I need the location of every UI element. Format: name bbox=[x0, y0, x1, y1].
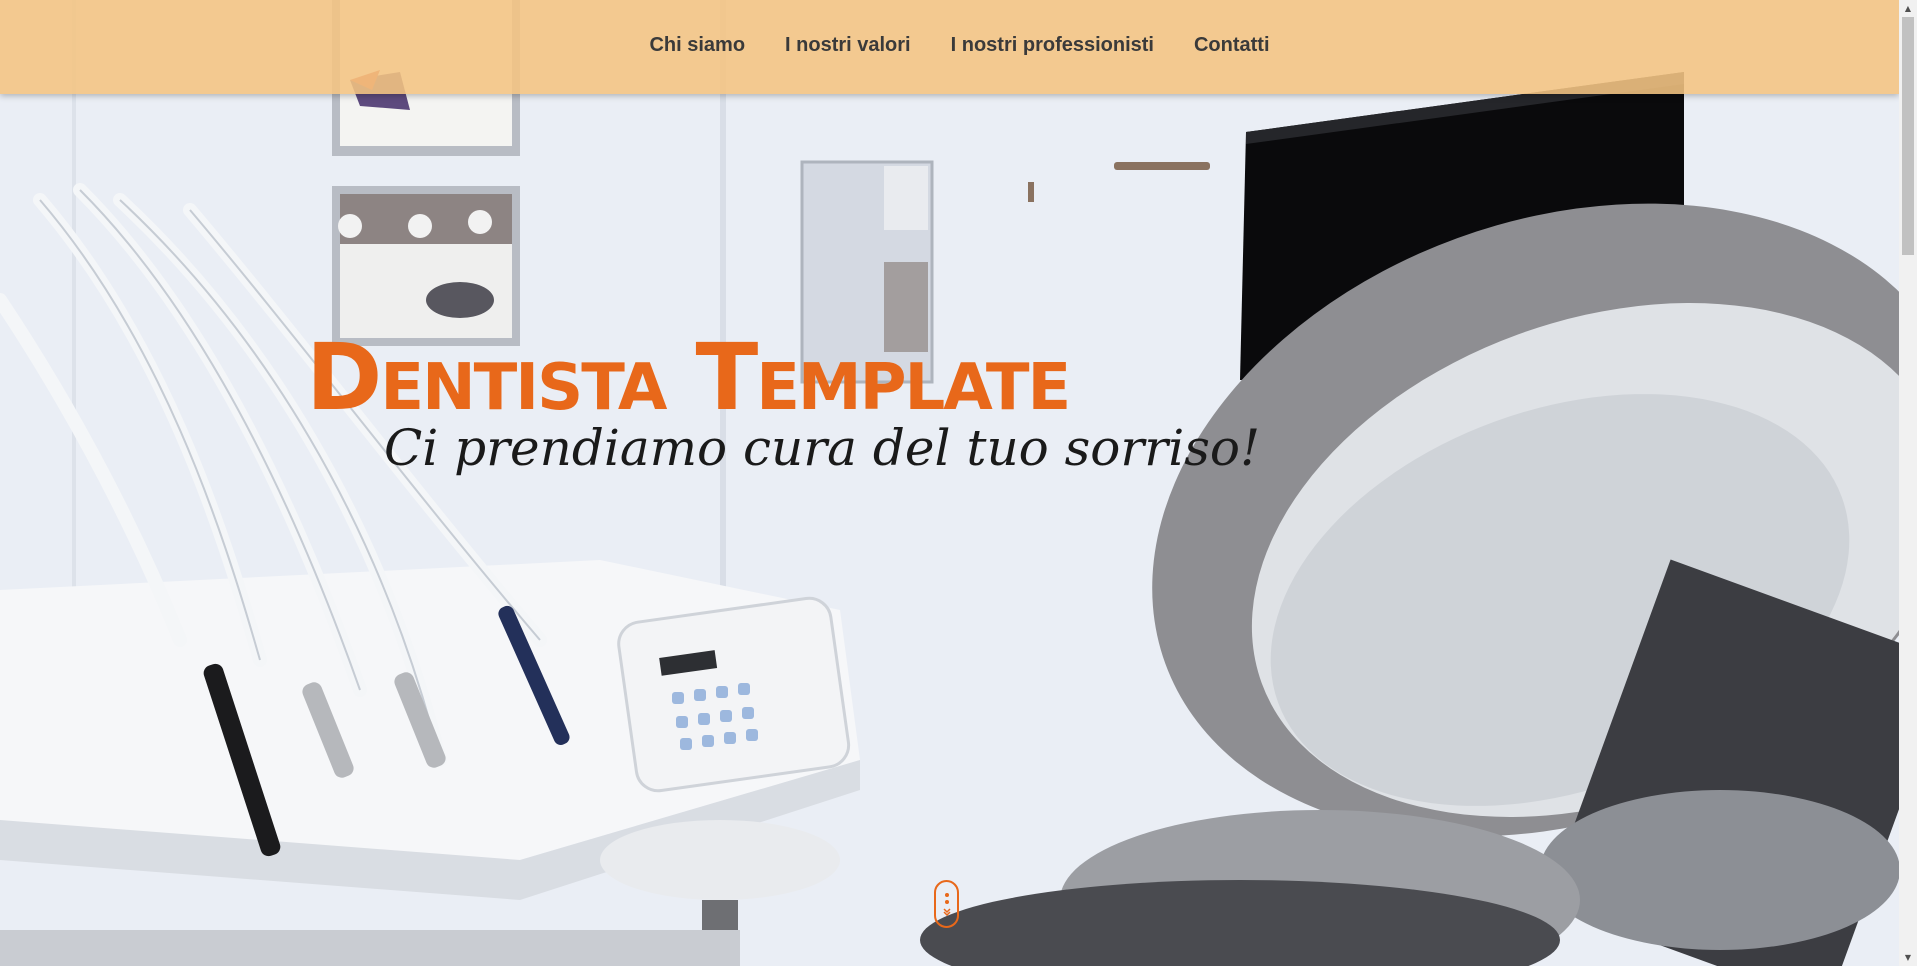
nav-menu: Chi siamo I nostri valori I nostri profe… bbox=[629, 30, 1289, 61]
scroll-down-arrow-icon[interactable]: ▼ bbox=[1899, 949, 1917, 966]
top-navbar: Chi siamo I nostri valori I nostri profe… bbox=[0, 0, 1899, 94]
hero-title: Dentista Template bbox=[306, 324, 1071, 431]
chevron-down-icon bbox=[943, 908, 951, 916]
nav-item-contatti: Contatti bbox=[1174, 30, 1290, 61]
nav-item-chi-siamo: Chi siamo bbox=[629, 30, 765, 61]
scroll-dot bbox=[945, 893, 949, 897]
hero-background-image bbox=[0, 0, 1917, 966]
nav-link-contatti[interactable]: Contatti bbox=[1174, 30, 1290, 61]
hero-subtitle: Ci prendiamo cura del tuo sorriso! bbox=[384, 419, 1261, 477]
nav-link-i-nostri-professionisti[interactable]: I nostri professionisti bbox=[931, 30, 1174, 61]
scroll-up-arrow-icon[interactable]: ▲ bbox=[1899, 0, 1917, 17]
page: Chi siamo I nostri valori I nostri profe… bbox=[0, 0, 1917, 966]
scrollbar-thumb[interactable] bbox=[1902, 17, 1914, 255]
mouse-scroll-icon[interactable] bbox=[934, 880, 959, 928]
nav-item-i-nostri-valori: I nostri valori bbox=[765, 30, 931, 61]
nav-item-i-nostri-professionisti: I nostri professionisti bbox=[931, 30, 1174, 61]
nav-link-chi-siamo[interactable]: Chi siamo bbox=[629, 30, 765, 61]
page-scrollbar[interactable]: ▲ ▼ bbox=[1899, 0, 1917, 966]
scroll-dot bbox=[945, 900, 949, 904]
nav-link-i-nostri-valori[interactable]: I nostri valori bbox=[765, 30, 931, 61]
